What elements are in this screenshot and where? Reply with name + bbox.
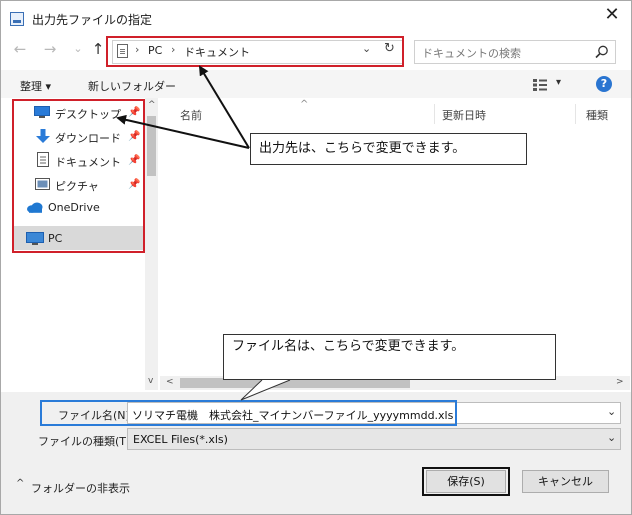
column-header-name[interactable]: 名前 — [180, 107, 202, 123]
column-header-modified[interactable]: 更新日時 — [442, 107, 486, 123]
column-divider[interactable] — [575, 104, 576, 124]
save-button[interactable]: 保存(S) — [426, 470, 506, 493]
back-arrow-icon[interactable]: ← — [12, 40, 28, 58]
help-icon[interactable]: ? — [596, 76, 612, 92]
app-icon — [10, 12, 24, 26]
search-icon[interactable] — [594, 44, 610, 60]
forward-arrow-icon[interactable]: → — [42, 40, 58, 58]
recent-locations-chevron-icon[interactable]: ⌄ — [70, 40, 86, 58]
nav-scroll-thumb[interactable] — [147, 116, 156, 176]
organize-menu-button[interactable]: 整理 ▾ — [20, 78, 51, 94]
filename-dropdown-icon[interactable]: ⌄ — [607, 405, 616, 418]
scroll-left-icon[interactable]: < — [166, 377, 174, 387]
search-placeholder: ドキュメントの検索 — [422, 47, 521, 60]
column-divider[interactable] — [434, 104, 435, 124]
column-header-type[interactable]: 種類 — [586, 107, 608, 123]
scroll-down-icon[interactable]: v — [148, 376, 153, 386]
sort-ascending-icon: ^ — [300, 99, 309, 110]
destination-callout: 出力先は、こちらで変更できます。 — [250, 133, 527, 165]
window-title: 出力先ファイルの指定 — [32, 13, 153, 27]
hide-folders-button[interactable]: フォルダーの非表示 — [31, 480, 130, 496]
view-options-icon[interactable] — [533, 79, 547, 91]
new-folder-button[interactable]: 新しいフォルダー — [88, 78, 176, 94]
filetype-label: ファイルの種類(T): — [38, 435, 135, 448]
destination-highlight-box — [106, 36, 404, 67]
scroll-right-icon[interactable]: > — [616, 377, 624, 387]
navigation-highlight-box — [12, 99, 145, 253]
filetype-value: EXCEL Files(*.xls) — [133, 433, 228, 446]
close-icon[interactable]: ✕ — [602, 6, 622, 26]
view-chevron-icon[interactable]: ▾ — [556, 77, 561, 88]
cancel-button[interactable]: キャンセル — [522, 470, 609, 493]
scroll-up-icon[interactable]: ^ — [148, 100, 156, 110]
collapse-chevron-icon[interactable]: ^ — [16, 478, 24, 489]
filetype-dropdown-icon[interactable]: ⌄ — [607, 431, 616, 444]
filename-highlight-box — [40, 400, 457, 426]
up-arrow-icon[interactable]: ↑ — [90, 40, 106, 58]
filename-callout: ファイル名は、こちらで変更できます。 — [223, 334, 556, 380]
